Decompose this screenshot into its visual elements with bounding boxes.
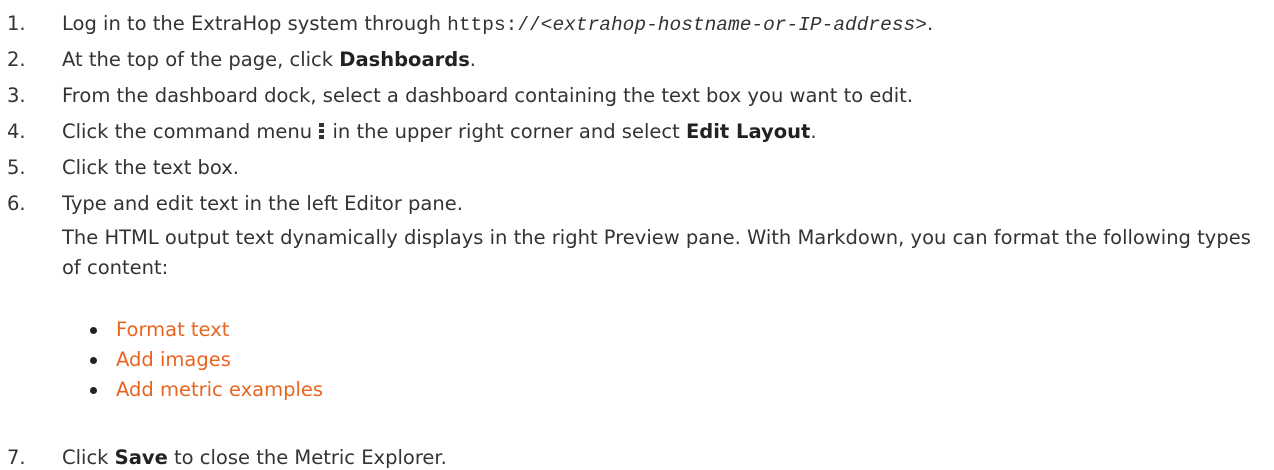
step-number: 5.	[7, 156, 26, 179]
step-text: Log in to the ExtraHop system through ht…	[62, 12, 933, 37]
step-2-post: .	[469, 48, 476, 71]
format-text-link[interactable]: Format text	[116, 318, 229, 342]
bullet-icon	[90, 327, 97, 334]
edit-layout-label: Edit Layout	[685, 120, 811, 143]
step-number: 6.	[7, 192, 26, 215]
step-text: Click the text box.	[62, 156, 239, 179]
add-metric-examples-link[interactable]: Add metric examples	[116, 378, 323, 402]
bullet-icon	[90, 387, 97, 394]
step-7-post: to close the Metric Explorer.	[167, 446, 447, 469]
step-1-pre: Log in to the ExtraHop system through	[62, 12, 448, 35]
save-label: Save	[114, 446, 168, 469]
hostname-placeholder: <extrahop-hostname-or-IP-address>	[540, 14, 927, 36]
step-7-pre: Click	[62, 446, 115, 469]
step-4-mid: in the upper right corner and select	[326, 120, 686, 143]
url-prefix: https://	[447, 14, 541, 36]
bullet-icon	[90, 357, 97, 364]
add-images-link[interactable]: Add images	[116, 348, 231, 372]
step-text: Click the command menu in the upper righ…	[62, 120, 817, 144]
step-2-pre: At the top of the page, click	[62, 48, 340, 71]
step-number: 3.	[7, 84, 26, 107]
step-number: 1.	[7, 12, 26, 35]
step-text: Type and edit text in the left Editor pa…	[62, 192, 463, 215]
step-number: 4.	[7, 120, 26, 143]
dashboards-label: Dashboards	[339, 48, 470, 71]
step-number: 7.	[7, 446, 26, 469]
command-menu-icon	[319, 123, 325, 140]
step-text: Click Save to close the Metric Explorer.	[62, 446, 447, 470]
step-1-post: .	[926, 12, 934, 35]
step-number: 2.	[7, 48, 26, 71]
step-text: From the dashboard dock, select a dashbo…	[62, 84, 914, 107]
step-text: At the top of the page, click Dashboards…	[62, 48, 476, 72]
step-4-post: .	[810, 120, 817, 143]
step-4-pre: Click the command menu	[62, 120, 319, 143]
step-6-description: The HTML output text dynamically display…	[62, 226, 1251, 279]
